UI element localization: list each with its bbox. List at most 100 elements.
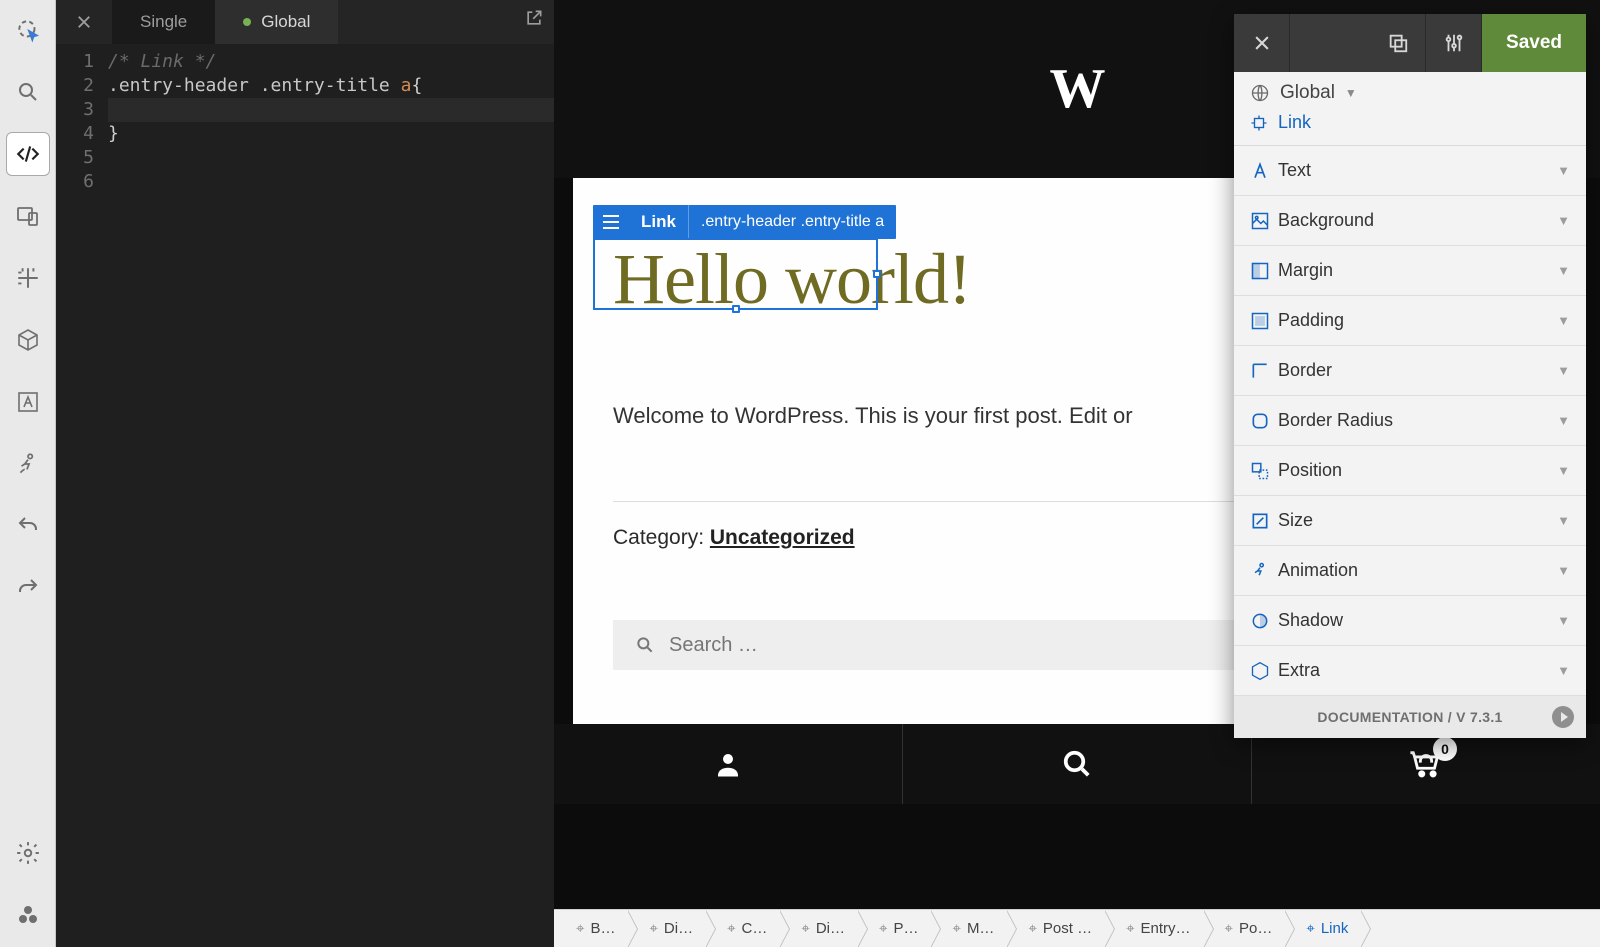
crumb-item-active[interactable]: ⌖Link bbox=[1284, 910, 1360, 947]
chevron-down-icon: ▼ bbox=[1557, 213, 1570, 228]
close-tab-button[interactable] bbox=[56, 0, 112, 44]
text-icon bbox=[1250, 161, 1278, 181]
crumb-item[interactable]: ⌖M… bbox=[930, 910, 1006, 947]
editor-tabs: Single Global bbox=[56, 0, 554, 44]
target-icon: ⌖ bbox=[649, 920, 657, 937]
chevron-down-icon: ▼ bbox=[1557, 313, 1570, 328]
extra-icon bbox=[1250, 661, 1278, 681]
category-link[interactable]: Uncategorized bbox=[710, 526, 855, 549]
chevron-down-icon: ▼ bbox=[1557, 363, 1570, 378]
selected-element-row[interactable]: Link bbox=[1234, 108, 1586, 146]
globe-icon bbox=[1250, 83, 1270, 103]
prop-text[interactable]: Text▼ bbox=[1234, 146, 1586, 196]
copy-styles-button[interactable] bbox=[1370, 14, 1426, 72]
chevron-down-icon: ▼ bbox=[1557, 463, 1570, 478]
code-icon[interactable] bbox=[6, 132, 50, 176]
modules-icon[interactable] bbox=[6, 893, 50, 937]
crumb-item[interactable]: ⌖Entry… bbox=[1104, 910, 1202, 947]
border-radius-icon bbox=[1250, 411, 1278, 431]
play-button[interactable] bbox=[1552, 706, 1574, 728]
target-icon: ⌖ bbox=[576, 920, 584, 937]
cube-icon[interactable] bbox=[6, 318, 50, 362]
prop-position[interactable]: Position▼ bbox=[1234, 446, 1586, 496]
selected-element-label: Link bbox=[1278, 112, 1311, 133]
crumb-item[interactable]: ⌖Po… bbox=[1203, 910, 1285, 947]
account-button[interactable] bbox=[554, 724, 903, 804]
target-icon: ⌖ bbox=[1028, 920, 1036, 937]
target-icon: ⌖ bbox=[727, 920, 735, 937]
chevron-down-icon: ▼ bbox=[1557, 563, 1570, 578]
chevron-down-icon: ▼ bbox=[1557, 413, 1570, 428]
prop-background[interactable]: Background▼ bbox=[1234, 196, 1586, 246]
popout-icon[interactable] bbox=[524, 8, 544, 28]
tab-global[interactable]: Global bbox=[215, 0, 338, 44]
chevron-down-icon: ▼ bbox=[1557, 263, 1570, 278]
documentation-label[interactable]: DOCUMENTATION / V 7.3.1 bbox=[1317, 709, 1502, 725]
line-gutter: 1 2 3 4 5 6 bbox=[56, 50, 108, 947]
prop-extra[interactable]: Extra▼ bbox=[1234, 646, 1586, 696]
selection-toolbar[interactable]: Link .entry-header .entry-title a bbox=[593, 205, 896, 239]
prop-margin[interactable]: Margin▼ bbox=[1234, 246, 1586, 296]
preview-viewport: W 20 by Hello world! Welcome to WordPres… bbox=[554, 0, 1600, 909]
crumb-item[interactable]: ⌖C… bbox=[705, 910, 779, 947]
prop-padding[interactable]: Padding▼ bbox=[1234, 296, 1586, 346]
saved-button[interactable]: Saved bbox=[1482, 14, 1586, 72]
typography-icon[interactable] bbox=[6, 380, 50, 424]
search-icon[interactable] bbox=[6, 70, 50, 114]
border-icon bbox=[1250, 361, 1278, 381]
tab-label: Single bbox=[140, 12, 187, 32]
chevron-down-icon: ▼ bbox=[1557, 663, 1570, 678]
prop-border-radius[interactable]: Border Radius▼ bbox=[1234, 396, 1586, 446]
resize-handle-bottom[interactable] bbox=[732, 305, 740, 313]
properties-panel: Saved Global ▼ Link Text▼ Background▼ Ma… bbox=[1234, 14, 1586, 738]
selection-menu-icon[interactable] bbox=[593, 215, 629, 229]
prop-size[interactable]: Size▼ bbox=[1234, 496, 1586, 546]
target-icon bbox=[1250, 114, 1268, 132]
target-icon: ⌖ bbox=[1225, 920, 1233, 937]
animation-icon[interactable] bbox=[6, 442, 50, 486]
scope-selector[interactable]: Global ▼ bbox=[1234, 72, 1586, 108]
chevron-down-icon: ▼ bbox=[1557, 163, 1570, 178]
code-lines: /* Link */ .entry-header .entry-title a{… bbox=[108, 50, 554, 947]
redo-icon[interactable] bbox=[6, 566, 50, 610]
size-icon bbox=[1250, 511, 1278, 531]
ruler-icon[interactable] bbox=[6, 256, 50, 300]
scope-label: Global bbox=[1280, 82, 1335, 104]
crumb-item[interactable]: ⌖Di… bbox=[627, 910, 705, 947]
close-panel-button[interactable] bbox=[1234, 14, 1290, 72]
animation-icon bbox=[1250, 561, 1278, 581]
search-button[interactable] bbox=[903, 724, 1252, 804]
app-root: Single Global 1 2 3 4 5 6 /* Link */ .en… bbox=[0, 0, 1600, 947]
target-icon: ⌖ bbox=[879, 920, 887, 937]
target-icon[interactable] bbox=[6, 8, 50, 52]
tab-single[interactable]: Single bbox=[112, 0, 215, 44]
crumb-item[interactable]: ⌖P… bbox=[857, 910, 930, 947]
background-icon bbox=[1250, 211, 1278, 231]
code-editor-panel: Single Global 1 2 3 4 5 6 /* Link */ .en… bbox=[56, 0, 554, 947]
properties-footer: DOCUMENTATION / V 7.3.1 bbox=[1234, 696, 1586, 738]
search-icon bbox=[635, 635, 655, 655]
chevron-down-icon: ▼ bbox=[1345, 86, 1357, 100]
margin-icon bbox=[1250, 261, 1278, 281]
selection-element-label: Link bbox=[629, 205, 689, 239]
unsaved-dot-icon bbox=[243, 18, 251, 26]
code-editor[interactable]: 1 2 3 4 5 6 /* Link */ .entry-header .en… bbox=[56, 44, 554, 947]
site-title: W bbox=[1050, 57, 1105, 121]
undo-icon[interactable] bbox=[6, 504, 50, 548]
crumb-item[interactable]: ⌖Post … bbox=[1006, 910, 1104, 947]
gear-icon[interactable] bbox=[6, 831, 50, 875]
prop-animation[interactable]: Animation▼ bbox=[1234, 546, 1586, 596]
target-icon: ⌖ bbox=[801, 920, 809, 937]
position-icon bbox=[1250, 461, 1278, 481]
target-icon: ⌖ bbox=[1306, 920, 1314, 937]
target-icon: ⌖ bbox=[952, 920, 960, 937]
prop-border[interactable]: Border▼ bbox=[1234, 346, 1586, 396]
crumb-item[interactable]: ⌖B… bbox=[554, 910, 627, 947]
settings-sliders-button[interactable] bbox=[1426, 14, 1482, 72]
devices-icon[interactable] bbox=[6, 194, 50, 238]
resize-handle-right[interactable] bbox=[873, 270, 881, 278]
chevron-down-icon: ▼ bbox=[1557, 613, 1570, 628]
prop-shadow[interactable]: Shadow▼ bbox=[1234, 596, 1586, 646]
crumb-item[interactable]: ⌖Di… bbox=[779, 910, 857, 947]
category-label: Category: bbox=[613, 526, 710, 549]
